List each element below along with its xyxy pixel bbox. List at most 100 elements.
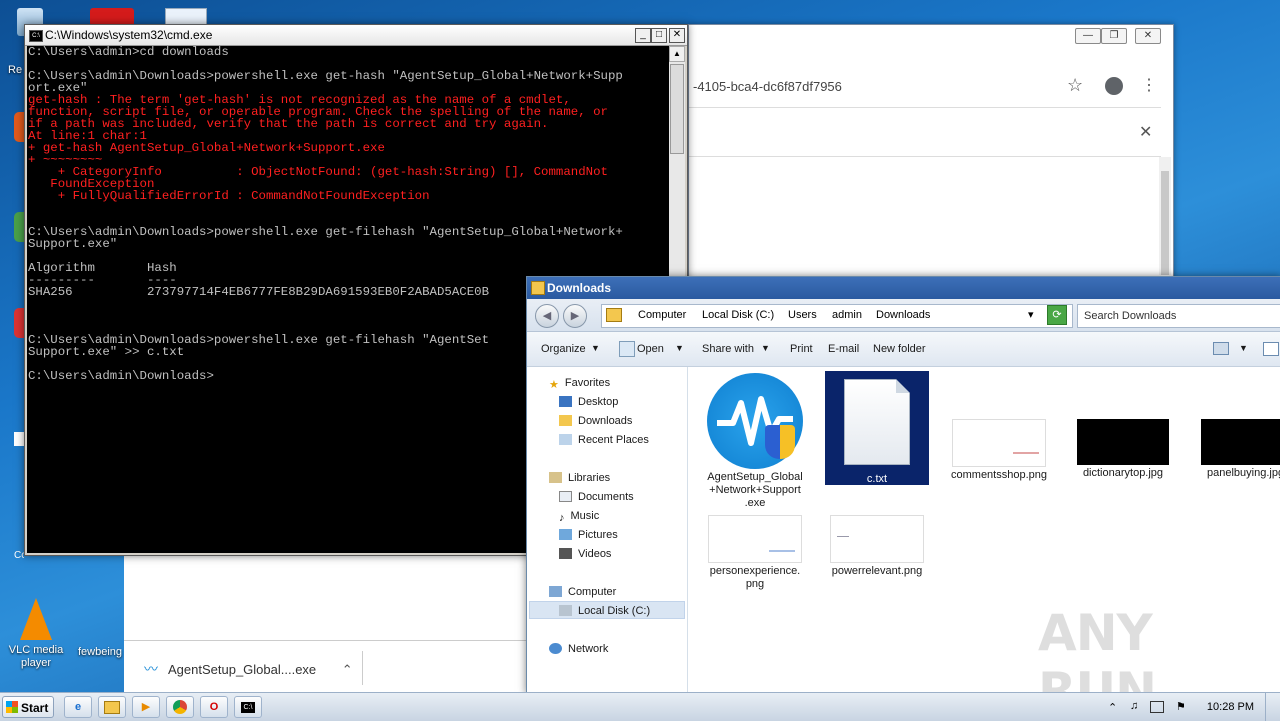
explorer-title: Downloads — [547, 281, 612, 295]
desktop-icon-partial-3[interactable] — [14, 308, 24, 338]
chrome-page-area — [124, 556, 526, 640]
share-dropdown-icon[interactable]: ▼ — [761, 343, 770, 353]
file-powerrelevant[interactable]: powerrelevant.png — [825, 515, 929, 578]
cmd-scrollbar-thumb[interactable] — [670, 64, 684, 154]
file-panelbuying[interactable]: panelbuying.jpg — [1195, 419, 1280, 480]
start-button[interactable]: Start — [2, 696, 54, 718]
breadcrumb-downloads[interactable]: Downloads — [876, 309, 930, 321]
desktop-icon-partial-2[interactable] — [14, 212, 24, 242]
chrome-restore-button[interactable]: ❐ — [1101, 28, 1127, 44]
libraries-icon — [549, 472, 562, 483]
chrome-menu-icon[interactable]: ⋮ — [1141, 75, 1157, 95]
open-dropdown-icon[interactable]: ▼ — [675, 343, 684, 353]
nav-music[interactable]: ♪ Music — [559, 510, 599, 524]
cmd-minimize-button[interactable]: _ — [635, 28, 651, 43]
file-commentsshop[interactable]: commentsshop.png — [947, 419, 1051, 482]
tray-network-icon[interactable] — [1150, 701, 1164, 713]
cmd-titlebar[interactable]: C:\ C:\Windows\system32\cmd.exe _ □ ✕ — [25, 25, 687, 46]
music-icon: ♪ — [559, 512, 565, 524]
breadcrumb[interactable]: Computer Local Disk (C:) Users admin Dow… — [601, 304, 1073, 328]
chrome-close-button[interactable]: ✕ — [1135, 28, 1161, 44]
taskbar-media-icon[interactable]: ▶ — [132, 696, 160, 718]
taskbar-ie-icon[interactable]: e — [64, 696, 92, 718]
console-line: + get-hash AgentSetup_Global+Network+Sup… — [28, 141, 385, 155]
forward-button[interactable]: ▶ — [563, 304, 587, 328]
star-icon[interactable]: ☆ — [1067, 75, 1083, 96]
infobar-close-icon[interactable]: ✕ — [1139, 122, 1152, 142]
chrome-scrollbar[interactable] — [1159, 157, 1171, 275]
taskbar-opera-icon[interactable]: O — [200, 696, 228, 718]
breadcrumb-local-disk[interactable]: Local Disk (C:) — [702, 309, 774, 321]
taskbar-clock[interactable]: 10:28 PM — [1207, 701, 1254, 713]
navigation-pane: ★ Favorites Desktop Downloads Recent Plac… — [527, 367, 688, 693]
chrome-infobar: ✕ — [689, 107, 1161, 157]
nav-downloads[interactable]: Downloads — [559, 415, 632, 427]
nav-documents[interactable]: Documents — [559, 491, 634, 503]
download-item[interactable]: 〰 AgentSetup_Global....exe ⌃ — [144, 659, 353, 679]
tray-action-center-icon[interactable]: ⚑ — [1176, 700, 1186, 713]
download-file-icon: 〰 — [144, 661, 158, 677]
download-chevron-up-icon[interactable]: ⌃ — [342, 662, 353, 677]
console-line: C:\Users\admin\Downloads>powershell.exe … — [28, 225, 623, 239]
organize-dropdown-icon[interactable]: ▼ — [591, 343, 600, 353]
image-thumbnail — [830, 515, 924, 563]
image-thumbnail — [708, 515, 802, 563]
taskbar-cmd-icon[interactable]: C:\ — [234, 696, 262, 718]
pictures-icon — [559, 529, 572, 540]
breadcrumb-dropdown-icon[interactable]: ▾ — [1028, 308, 1034, 321]
organize-button[interactable]: Organize — [541, 343, 586, 355]
taskbar-chrome-icon[interactable] — [166, 696, 194, 718]
print-button[interactable]: Print — [790, 343, 813, 355]
nav-local-disk[interactable]: Local Disk (C:) — [559, 605, 650, 617]
desktop-icon-fewbeing[interactable]: fewbeing — [72, 646, 128, 658]
preview-pane-icon[interactable] — [1263, 342, 1279, 356]
console-line: C:\Users\admin>cd downloads — [28, 46, 229, 59]
nav-computer[interactable]: Computer — [549, 586, 616, 598]
breadcrumb-computer[interactable]: Computer — [638, 309, 686, 321]
file-personexperience[interactable]: personexperience. png — [703, 515, 807, 591]
profile-icon[interactable] — [1105, 77, 1123, 95]
chrome-scrollbar-thumb[interactable] — [1161, 171, 1169, 275]
agentsetup-app-icon — [707, 373, 803, 469]
desktop-icon-vlc[interactable]: VLC media player — [4, 594, 68, 670]
nav-videos[interactable]: Videos — [559, 548, 611, 560]
search-input[interactable]: Search Downloads — [1077, 304, 1280, 328]
email-button[interactable]: E-mail — [828, 343, 859, 355]
cmd-icon: C:\ — [29, 30, 43, 42]
file-c-txt[interactable]: c.txt — [825, 371, 929, 485]
new-folder-button[interactable]: New folder — [873, 343, 926, 355]
taskbar-explorer-icon[interactable] — [98, 696, 126, 718]
cmd-maximize-button[interactable]: □ — [651, 28, 667, 43]
breadcrumb-users[interactable]: Users — [788, 309, 817, 321]
tray-audio-icon[interactable]: ♫ — [1130, 700, 1138, 712]
open-button[interactable]: Open — [637, 343, 664, 355]
nav-desktop[interactable]: Desktop — [559, 396, 618, 408]
nav-pictures[interactable]: Pictures — [559, 529, 618, 541]
nav-network[interactable]: Network — [549, 643, 608, 655]
view-options-icon[interactable] — [1213, 342, 1229, 355]
explorer-titlebar[interactable]: Downloads — [527, 277, 1280, 299]
nav-favorites[interactable]: ★ Favorites — [549, 377, 610, 391]
scroll-up-arrow-icon[interactable]: ▲ — [669, 46, 685, 62]
back-button[interactable]: ◀ — [535, 304, 559, 328]
file-dictionarytop[interactable]: dictionarytop.jpg — [1071, 419, 1175, 480]
view-dropdown-icon[interactable]: ▼ — [1239, 343, 1248, 353]
share-with-button[interactable]: Share with — [702, 343, 754, 355]
show-desktop-button[interactable] — [1265, 693, 1280, 721]
desktop-icon-partial-4[interactable] — [14, 432, 24, 446]
refresh-button[interactable]: ⟳ — [1047, 305, 1067, 325]
nav-libraries[interactable]: Libraries — [549, 472, 610, 484]
tray-show-hidden-icon[interactable]: ⌃ — [1108, 701, 1117, 714]
chrome-address-bar[interactable]: -4105-bca4-dc6f87df7956 ☆ ⋮ — [689, 61, 1173, 95]
chrome-minimize-button[interactable]: — — [1075, 28, 1101, 44]
desktop-icon-partial-1[interactable] — [14, 112, 24, 142]
breadcrumb-admin[interactable]: admin — [832, 309, 862, 321]
nav-recent-places[interactable]: Recent Places — [559, 434, 649, 446]
image-thumbnail — [952, 419, 1046, 467]
cmd-close-button[interactable]: ✕ — [669, 28, 685, 43]
system-tray: ⌃ ♫ ⚑ 10:28 PM — [1100, 693, 1280, 721]
file-agentsetup[interactable]: AgentSetup_Global +Network+Support .exe — [703, 373, 807, 510]
star-icon: ★ — [549, 379, 559, 391]
cmd-title: C:\Windows\system32\cmd.exe — [45, 28, 213, 42]
computer-icon — [549, 586, 562, 597]
